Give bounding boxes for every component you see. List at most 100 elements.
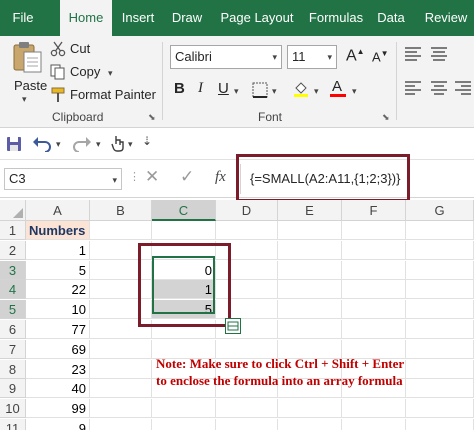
tab-insert[interactable]: Insert [114,0,162,36]
cell-a1[interactable]: Numbers [26,221,90,240]
bold-icon[interactable]: B [174,80,185,97]
cell-e2[interactable] [278,241,342,260]
cell-g3[interactable] [406,261,474,280]
cell-f4[interactable] [342,280,406,299]
row-header-5[interactable]: 5 [0,300,26,319]
cell-e4[interactable] [278,280,342,299]
row-header-9[interactable]: 9 [0,379,26,398]
tab-home[interactable]: Home [60,0,112,36]
row-header-3[interactable]: 3 [0,261,26,280]
fill-color-icon[interactable] [292,80,310,98]
column-header-a[interactable]: A [26,200,90,221]
paste-button[interactable]: Paste ▾ [6,40,48,104]
row-header-1[interactable]: 1 [0,221,26,240]
row-header-10[interactable]: 10 [0,399,26,418]
enter-icon[interactable]: ✓ [180,167,194,187]
row-header-8[interactable]: 8 [0,360,26,379]
cell-e6[interactable] [278,320,342,339]
row-header-11[interactable]: 11 [0,419,26,430]
cell-e10[interactable] [278,399,342,418]
align-middle-icon[interactable] [430,46,448,62]
increase-font-size-icon[interactable]: A▲ [346,47,365,65]
touch-mode-icon[interactable] [110,134,126,152]
cell-g4[interactable] [406,280,474,299]
column-header-e[interactable]: E [278,200,342,221]
font-size-dropdown[interactable]: 11 ▾ [287,45,337,69]
font-color-icon[interactable]: A [330,78,346,98]
cell-b1[interactable] [90,221,152,240]
row-header-2[interactable]: 2 [0,241,26,260]
cell-a2[interactable]: 1 [26,241,90,260]
cell-c10[interactable] [152,399,216,418]
tab-review[interactable]: Review [418,0,474,36]
cell-f5[interactable] [342,300,406,319]
row-header-4[interactable]: 4 [0,280,26,299]
cell-a3[interactable]: 5 [26,261,90,280]
select-all-corner[interactable] [0,200,26,221]
save-icon[interactable] [6,136,22,152]
underline-icon[interactable]: U [218,80,229,97]
cell-d11[interactable] [216,419,278,430]
cell-b8[interactable] [90,360,152,379]
undo-icon[interactable] [32,136,52,152]
align-center-icon[interactable] [430,80,448,96]
insert-function-icon[interactable]: fx [215,169,226,186]
chevron-down-icon[interactable]: ▾ [56,139,61,150]
cell-g7[interactable] [406,340,474,359]
tab-file[interactable]: File [0,0,46,36]
chevron-down-icon[interactable]: ▾ [128,139,133,150]
cell-a11[interactable]: 9 [26,419,90,430]
cell-b11[interactable] [90,419,152,430]
align-left-icon[interactable] [404,80,422,96]
italic-icon[interactable]: I [198,80,203,97]
row-header-7[interactable]: 7 [0,340,26,359]
cell-e3[interactable] [278,261,342,280]
row-header-6[interactable]: 6 [0,320,26,339]
name-box[interactable]: C3 ▾ [4,168,122,190]
format-painter-button[interactable]: Format Painter [50,85,156,105]
column-header-f[interactable]: F [342,200,406,221]
quick-analysis-button[interactable] [225,318,241,334]
cell-a9[interactable]: 40 [26,379,90,398]
cell-g1[interactable] [406,221,474,240]
cell-g9[interactable] [406,379,474,398]
cell-f3[interactable] [342,261,406,280]
tab-page-layout[interactable]: Page Layout [214,0,300,36]
tab-formulas[interactable]: Formulas [304,0,368,36]
align-right-icon[interactable] [454,80,472,96]
tab-draw[interactable]: Draw [166,0,208,36]
redo-icon[interactable] [72,136,92,152]
column-header-b[interactable]: B [90,200,152,221]
cell-e5[interactable] [278,300,342,319]
decrease-font-size-icon[interactable]: A▼ [372,49,389,64]
cell-f6[interactable] [342,320,406,339]
cell-g10[interactable] [406,399,474,418]
cell-a7[interactable]: 69 [26,340,90,359]
cell-g5[interactable] [406,300,474,319]
cell-e1[interactable] [278,221,342,240]
cell-a6[interactable]: 77 [26,320,90,339]
cell-b9[interactable] [90,379,152,398]
cell-c11[interactable] [152,419,216,430]
cell-a10[interactable]: 99 [26,399,90,418]
cell-b7[interactable] [90,340,152,359]
cell-f1[interactable] [342,221,406,240]
cell-e11[interactable] [278,419,342,430]
cut-button[interactable]: Cut [50,39,130,59]
column-header-d[interactable]: D [216,200,278,221]
cell-a8[interactable]: 23 [26,360,90,379]
cell-g2[interactable] [406,241,474,260]
worksheet-grid[interactable]: A B C D E F G 1 Numbers 2 1 3 5 0 4 22 1 5 10 5 6 77 7 6… [0,200,474,430]
font-name-dropdown[interactable]: Calibri ▾ [170,45,282,69]
cell-d1[interactable] [216,221,278,240]
copy-button[interactable]: Copy ▾ [50,62,130,82]
align-top-icon[interactable] [404,46,422,62]
customize-toolbar-icon[interactable]: ⇣ [142,134,152,148]
cancel-icon[interactable]: ✕ [145,167,159,187]
cell-c1[interactable] [152,221,216,240]
cell-f10[interactable] [342,399,406,418]
cell-g8[interactable] [406,360,474,379]
cell-f2[interactable] [342,241,406,260]
column-header-g[interactable]: G [406,200,474,221]
dialog-launcher-icon[interactable]: ⬊ [148,112,156,123]
